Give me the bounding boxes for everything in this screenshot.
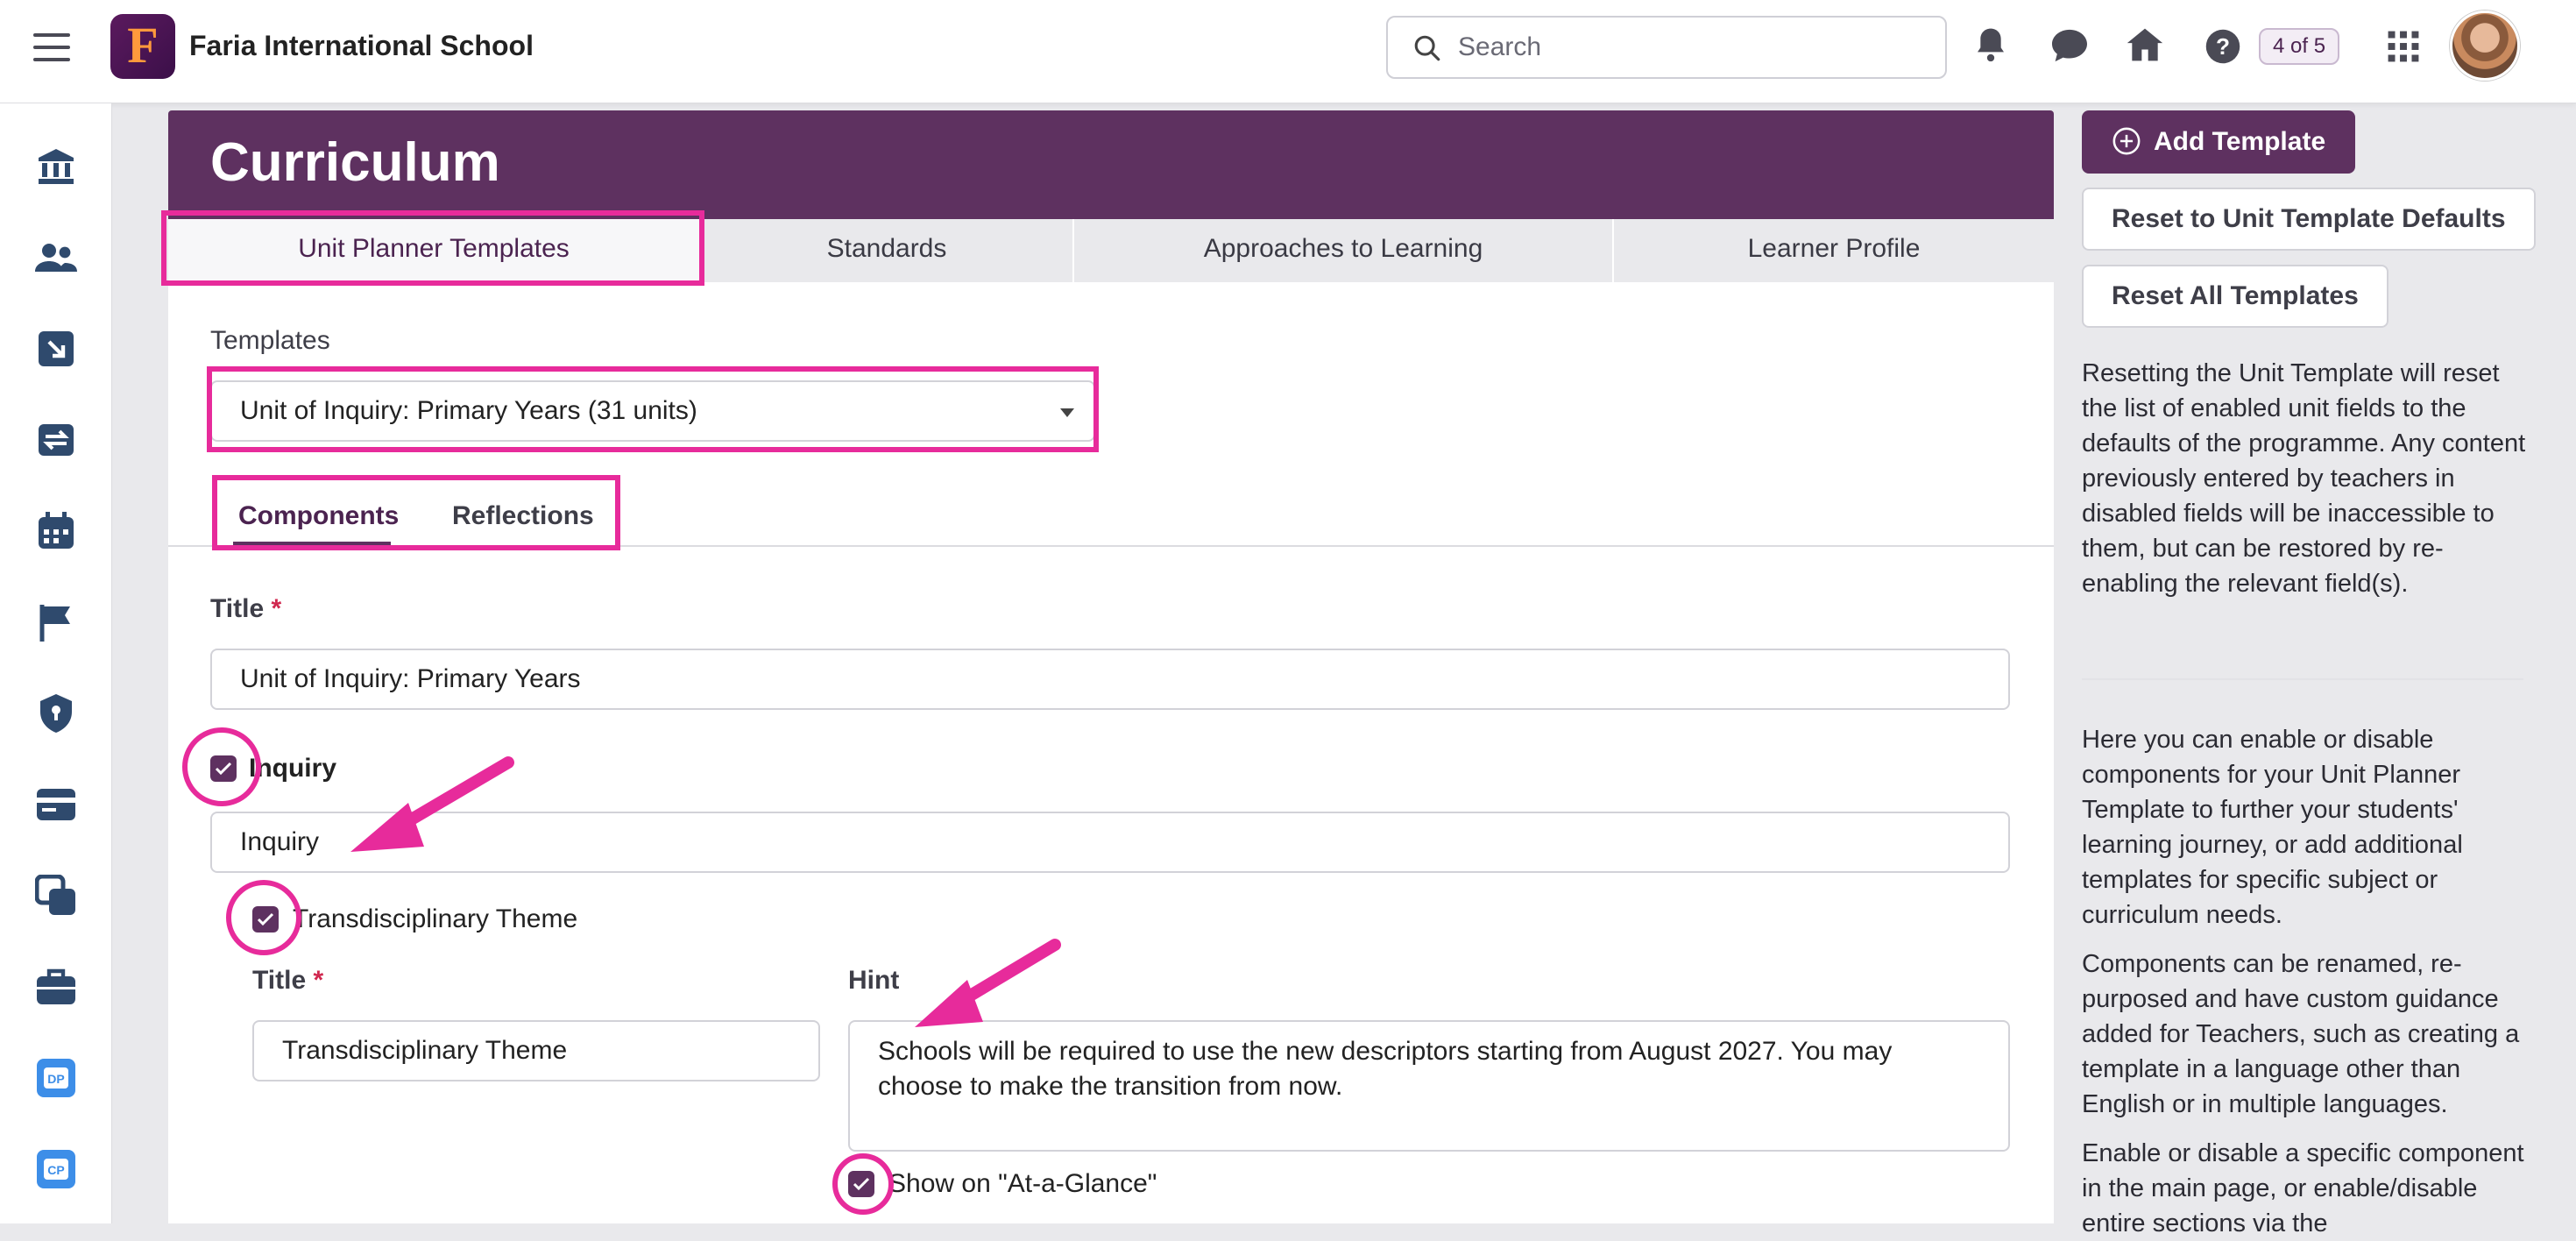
tab-approaches-to-learning[interactable]: Approaches to Learning (1074, 219, 1614, 282)
home-icon[interactable] (2126, 26, 2164, 63)
highlight-circle-theme (226, 880, 301, 955)
user-avatar[interactable] (2450, 11, 2520, 81)
required-marker: * (271, 594, 282, 623)
briefcase-icon[interactable] (35, 966, 77, 1008)
search-icon (1414, 35, 1440, 61)
svg-text:?: ? (2216, 33, 2230, 60)
logo-letter: F (127, 17, 159, 74)
institution-icon[interactable] (35, 145, 77, 188)
highlight-subtabs (212, 475, 620, 550)
cp-icon[interactable]: CP (35, 1148, 77, 1190)
hint-label: Hint (848, 966, 900, 995)
import-icon[interactable] (35, 328, 77, 370)
search-box[interactable] (1386, 16, 1947, 79)
templates-label: Templates (210, 326, 330, 355)
tab-standards[interactable]: Standards (701, 219, 1074, 282)
reset-unit-template-defaults-button[interactable]: Reset to Unit Template Defaults (2082, 188, 2536, 251)
flag-icon[interactable] (35, 601, 77, 643)
theme-title-field[interactable]: Transdisciplinary Theme (252, 1020, 820, 1081)
card-icon[interactable] (35, 784, 77, 826)
required-marker: * (313, 966, 324, 995)
hint-field[interactable]: Schools will be required to use the new … (848, 1020, 2010, 1152)
pointer-arrow-inquiry (350, 756, 514, 852)
theme-title-label: Title * (252, 966, 324, 995)
dp-label: DP (47, 1072, 64, 1086)
help-text-1: Here you can enable or disable component… (2082, 726, 2463, 929)
cp-label: CP (47, 1163, 64, 1177)
people-icon[interactable] (35, 237, 77, 279)
highlight-template-select (207, 366, 1099, 452)
top-bar: F Faria International School ? 4 of 5 (0, 0, 2576, 103)
reset-info-text: Resetting the Unit Template will reset t… (2082, 359, 2526, 598)
reset-all-templates-button[interactable]: Reset All Templates (2082, 265, 2388, 328)
calendar-icon[interactable] (35, 510, 77, 552)
highlight-tab (161, 210, 704, 286)
layers-icon[interactable] (35, 875, 77, 917)
tab-learner-profile[interactable]: Learner Profile (1614, 219, 2054, 282)
dp-icon[interactable]: DP (35, 1057, 77, 1099)
apps-grid-icon[interactable] (2387, 30, 2420, 63)
inquiry-checkbox-label: Inquiry (249, 754, 337, 783)
help-text-2: Components can be renamed, re-purposed a… (2082, 950, 2520, 1118)
shield-icon[interactable] (35, 692, 77, 734)
school-name: Faria International School (189, 30, 534, 61)
panel-divider (2082, 678, 2523, 680)
page-header: Curriculum (168, 110, 2054, 219)
chat-icon[interactable] (2050, 28, 2089, 63)
help-icon[interactable]: ? (2204, 28, 2241, 65)
progress-badge[interactable]: 4 of 5 (2259, 28, 2340, 65)
highlight-circle-inquiry (182, 727, 261, 806)
school-logo[interactable]: F (110, 14, 175, 79)
plus-circle-icon (2112, 127, 2141, 155)
help-text-3: Enable or disable a specific component i… (2082, 1139, 2524, 1237)
at-a-glance-label: Show on "At-a-Glance" (888, 1169, 1157, 1198)
page-title: Curriculum (210, 132, 500, 193)
sync-icon[interactable] (35, 419, 77, 461)
search-input[interactable] (1456, 30, 1929, 65)
transdisciplinary-theme-label: Transdisciplinary Theme (293, 904, 578, 933)
title-field[interactable]: Unit of Inquiry: Primary Years (210, 649, 2010, 710)
add-template-button[interactable]: Add Template (2082, 110, 2356, 174)
bell-icon[interactable] (1973, 25, 2008, 65)
title-label: Title * (210, 594, 282, 623)
pointer-arrow-hint (915, 939, 1061, 1027)
highlight-circle-glance (832, 1153, 894, 1215)
sidebar: DP CP (0, 103, 112, 1223)
menu-icon[interactable] (33, 33, 70, 61)
add-template-label: Add Template (2154, 127, 2326, 156)
